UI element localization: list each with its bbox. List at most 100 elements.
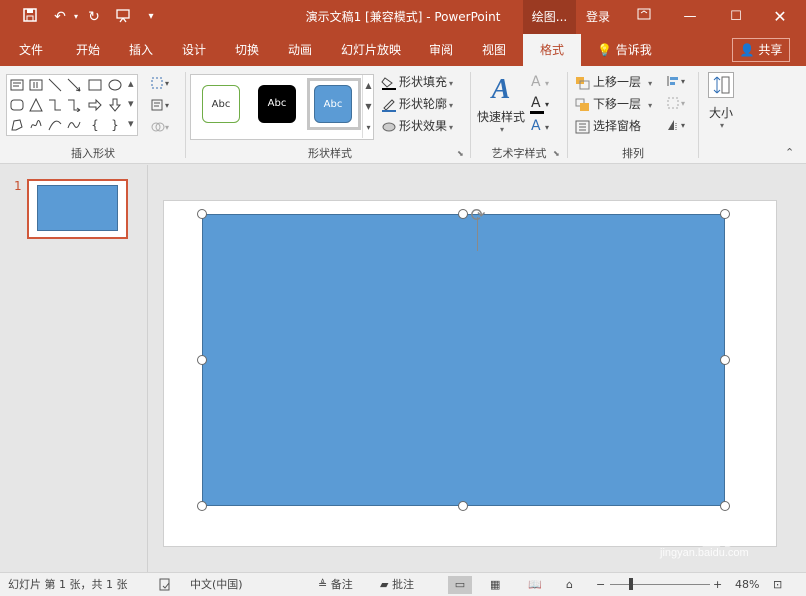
text-effects-icon[interactable]: A ▾: [531, 118, 549, 134]
text-outline-icon[interactable]: A ▾: [531, 95, 549, 111]
edit-shape-icon[interactable]: ▾: [150, 76, 172, 93]
tell-me-box[interactable]: 💡 告诉我: [597, 34, 652, 66]
maximize-icon[interactable]: ☐: [716, 0, 756, 34]
size-button[interactable]: 大小 ▾: [704, 72, 738, 136]
scribble-shape-icon[interactable]: [29, 118, 43, 132]
tab-insert[interactable]: 插入: [118, 34, 164, 66]
vertical-textbox-shape-icon[interactable]: [29, 78, 43, 92]
freeform-shape-icon[interactable]: [10, 118, 24, 132]
group-objects-icon[interactable]: ▾: [666, 96, 688, 113]
notes-button[interactable]: ≜ 备注: [318, 576, 353, 594]
tab-animations[interactable]: 动画: [277, 34, 323, 66]
left-brace-shape-icon[interactable]: {: [88, 118, 102, 132]
resize-handle-top[interactable]: [458, 209, 468, 219]
zoom-slider[interactable]: [610, 584, 710, 585]
rotate-icon[interactable]: ▾: [666, 118, 688, 135]
insert-shapes-group-label: 插入形状: [71, 147, 115, 160]
gallery-scroll-up-icon[interactable]: ▴: [128, 77, 134, 90]
text-box-icon[interactable]: ▾: [150, 98, 172, 115]
text-fill-icon[interactable]: A ▾: [531, 74, 549, 90]
resize-handle-top-left[interactable]: [197, 209, 207, 219]
tab-slideshow[interactable]: 幻灯片放映: [333, 34, 409, 66]
rotate-handle-icon[interactable]: ⟳: [467, 205, 489, 227]
right-brace-shape-icon[interactable]: }: [108, 118, 122, 132]
zoom-level[interactable]: 48%: [735, 576, 759, 594]
resize-handle-bottom[interactable]: [458, 501, 468, 511]
slideshow-icon[interactable]: ⌂: [566, 576, 573, 594]
slide[interactable]: ⟳: [163, 200, 777, 547]
tab-transitions[interactable]: 切换: [224, 34, 270, 66]
group-divider: [567, 72, 568, 158]
down-arrow-shape-icon[interactable]: [108, 98, 122, 112]
shape-effects-button[interactable]: 形状效果 ▾: [381, 116, 453, 136]
tab-review[interactable]: 审阅: [418, 34, 464, 66]
oval-shape-icon[interactable]: [108, 78, 122, 92]
drawing-tools-context-tab[interactable]: 绘图...: [523, 0, 576, 34]
tab-home[interactable]: 开始: [64, 34, 112, 66]
zoom-slider-thumb[interactable]: [629, 578, 634, 590]
elbow-arrow-connector-icon[interactable]: [67, 98, 81, 113]
language-indicator[interactable]: 中文(中国): [190, 576, 243, 594]
gallery-more-icon[interactable]: ▾: [128, 117, 134, 130]
shape-styles-launcher-icon[interactable]: ⬊: [457, 149, 464, 158]
zoom-in-icon[interactable]: +: [713, 576, 722, 594]
normal-view-icon[interactable]: ▭: [448, 576, 472, 594]
rounded-rect-shape-icon[interactable]: [10, 98, 24, 112]
svg-text:▾: ▾: [165, 101, 169, 110]
right-arrow-shape-icon[interactable]: [88, 98, 102, 112]
resize-handle-left[interactable]: [197, 355, 207, 365]
collapse-ribbon-icon[interactable]: ⌃: [785, 146, 794, 159]
curve-shape-icon[interactable]: [67, 118, 81, 132]
slide-thumbnail[interactable]: [27, 179, 128, 239]
merge-shapes-icon[interactable]: ▾: [150, 120, 172, 137]
tab-file[interactable]: 文件: [8, 34, 54, 66]
quick-styles-button[interactable]: A 快速样式 ▾: [475, 72, 527, 136]
shape-fill-button[interactable]: 形状填充 ▾: [381, 72, 453, 92]
style-thumb-blue[interactable]: Abc: [314, 85, 352, 123]
share-button[interactable]: 👤 共享: [732, 38, 790, 62]
triangle-shape-icon[interactable]: [29, 97, 43, 112]
close-icon[interactable]: ✕: [760, 0, 800, 34]
resize-handle-right[interactable]: [720, 355, 730, 365]
tab-format[interactable]: 格式: [523, 34, 581, 66]
resize-handle-top-right[interactable]: [720, 209, 730, 219]
gallery-scroll-down-icon[interactable]: ▾: [128, 97, 134, 110]
zoom-out-icon[interactable]: −: [596, 576, 605, 594]
shape-styles-gallery[interactable]: Abc Abc Abc ▲ ▼ ▾: [190, 74, 374, 140]
fit-to-window-icon[interactable]: ⊡: [773, 576, 782, 594]
styles-scroll-down-icon[interactable]: ▼: [362, 96, 374, 117]
line-shape-icon[interactable]: [48, 78, 62, 92]
comments-button[interactable]: ▰ 批注: [380, 576, 414, 594]
reading-view-icon[interactable]: 📖: [528, 576, 542, 594]
textbox-shape-icon[interactable]: [10, 78, 24, 92]
spelling-check-icon[interactable]: [158, 576, 172, 594]
resize-handle-bottom-left[interactable]: [197, 501, 207, 511]
styles-more-icon[interactable]: ▾: [362, 117, 374, 138]
svg-text:▾: ▾: [681, 121, 685, 130]
ribbon-display-icon[interactable]: [624, 0, 664, 34]
effects-icon: [381, 120, 397, 134]
selected-rectangle-shape[interactable]: [202, 214, 725, 506]
resize-handle-bottom-right[interactable]: [720, 501, 730, 511]
selection-pane-button[interactable]: 选择窗格: [575, 116, 641, 136]
shape-outline-button[interactable]: 形状轮廓 ▾: [381, 94, 453, 114]
align-icon[interactable]: ▾: [666, 74, 688, 91]
shapes-gallery[interactable]: ▴ ▾ { } ▾: [6, 74, 138, 136]
elbow-connector-icon[interactable]: [48, 98, 62, 112]
tab-design[interactable]: 设计: [171, 34, 217, 66]
svg-text:▾: ▾: [681, 77, 685, 86]
selection-pane-label: 选择窗格: [593, 119, 642, 133]
styles-scroll-up-icon[interactable]: ▲: [362, 75, 374, 96]
style-thumb-outline[interactable]: Abc: [202, 85, 240, 123]
style-thumb-black[interactable]: Abc: [258, 85, 296, 123]
rectangle-shape-icon[interactable]: [88, 78, 102, 92]
slide-sorter-icon[interactable]: ▦: [490, 576, 500, 594]
bring-forward-button[interactable]: 上移一层 ▾: [575, 72, 652, 92]
arc-shape-icon[interactable]: [48, 118, 62, 132]
tab-view[interactable]: 视图: [471, 34, 517, 66]
minimize-icon[interactable]: —: [670, 0, 710, 34]
login-button[interactable]: 登录: [586, 0, 610, 34]
send-backward-button[interactable]: 下移一层 ▾: [575, 94, 652, 114]
arrow-line-shape-icon[interactable]: [67, 78, 81, 92]
wordart-launcher-icon[interactable]: ⬊: [553, 149, 560, 158]
